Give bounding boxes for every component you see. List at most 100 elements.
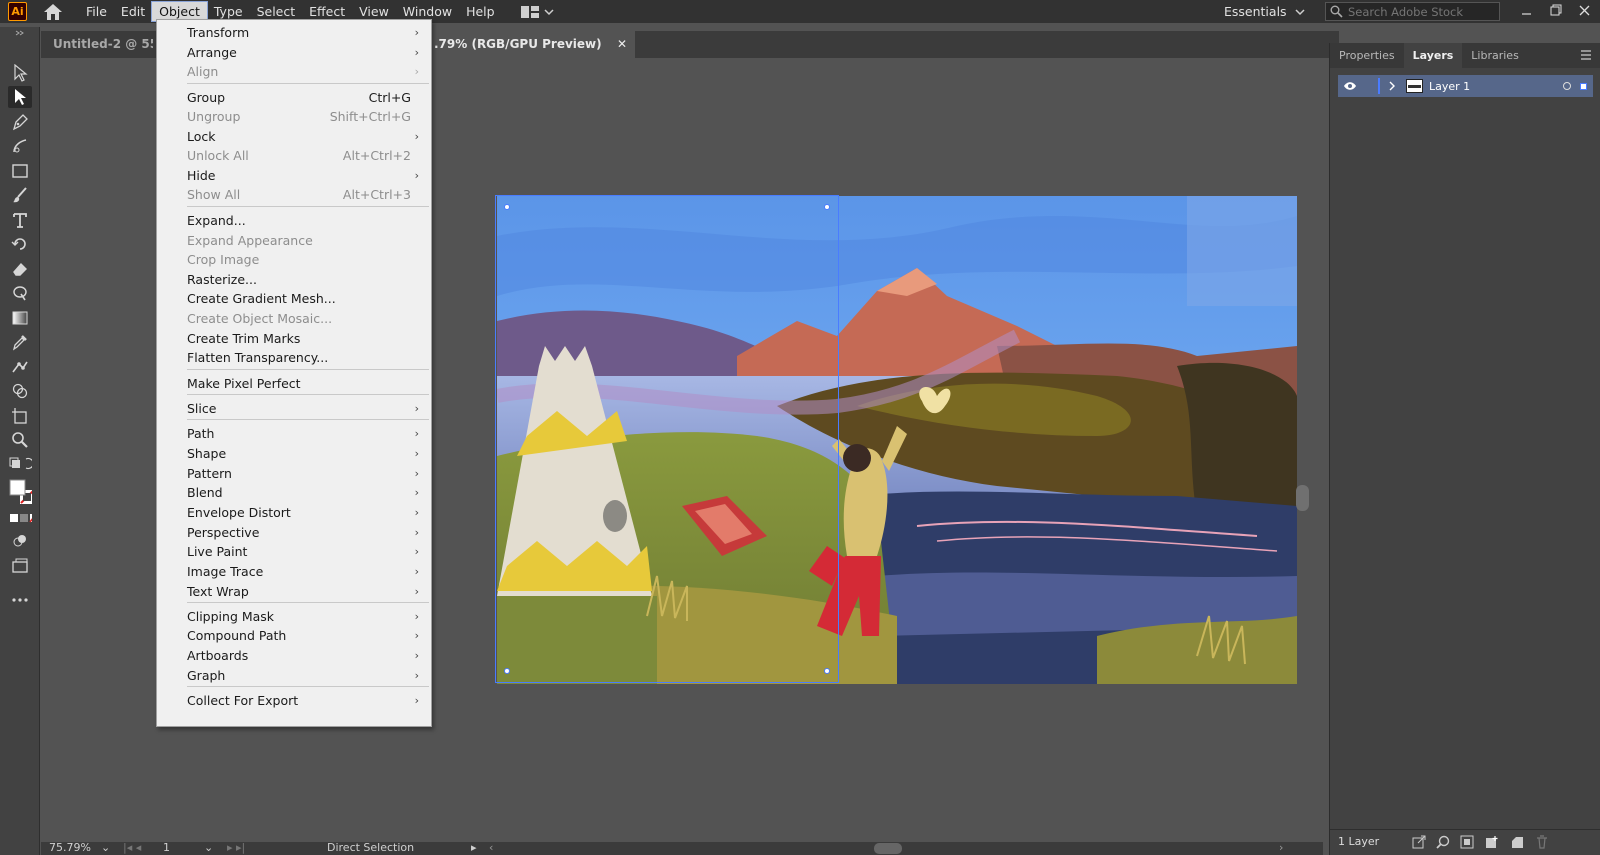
menu-item-make-pixel-perfect[interactable]: Make Pixel Perfect [157, 374, 431, 394]
first-artboard-icon[interactable]: |◂ ◂ [123, 841, 141, 854]
menu-item-compound-path[interactable]: Compound Path › [157, 626, 431, 646]
anchor-handle[interactable] [824, 668, 830, 674]
menu-separator [187, 686, 429, 687]
rotate-tool-icon[interactable] [8, 233, 32, 255]
swap-colors-icon[interactable] [8, 455, 32, 471]
home-icon[interactable] [41, 2, 65, 22]
rectangle-tool-icon[interactable] [8, 160, 32, 182]
shape-builder-tool-icon[interactable] [8, 380, 32, 402]
menu-item-label: Align [187, 64, 219, 79]
export-icon[interactable] [1412, 835, 1426, 849]
menu-item-pattern[interactable]: Pattern › [157, 464, 431, 484]
tab-active-document[interactable]: .79% (RGB/GPU Preview) ✕ [425, 31, 635, 58]
direct-selection-tool-icon[interactable] [8, 86, 32, 108]
artboard-tool-icon[interactable] [8, 405, 32, 427]
workspace-switcher[interactable]: Essentials [1224, 2, 1305, 21]
new-layer-icon[interactable] [1510, 835, 1524, 849]
menu-item-transform[interactable]: Transform › [157, 23, 431, 43]
menu-item-shape[interactable]: Shape › [157, 444, 431, 464]
menu-item-create-trim-marks[interactable]: Create Trim Marks [157, 329, 431, 349]
zoom-tool-icon[interactable] [8, 429, 32, 451]
menu-item-flatten-transparency[interactable]: Flatten Transparency... [157, 348, 431, 368]
color-mode-icons[interactable] [8, 511, 32, 525]
fill-stroke-swatches[interactable] [8, 477, 32, 507]
stock-search[interactable] [1325, 2, 1500, 21]
artboard-number[interactable]: 1 [163, 841, 170, 854]
menu-item-group[interactable]: Group Ctrl+G [157, 88, 431, 108]
vertical-scrollbar-thumb[interactable] [1296, 485, 1309, 511]
anchor-handle[interactable] [824, 204, 830, 210]
collapse-icon[interactable] [8, 29, 32, 37]
chevron-down-icon[interactable]: ⌄ [101, 841, 110, 854]
selection-bounding-box[interactable] [495, 195, 839, 683]
menu-item-blend[interactable]: Blend › [157, 483, 431, 503]
eye-icon[interactable] [1338, 81, 1362, 91]
menu-item-graph[interactable]: Graph › [157, 666, 431, 686]
selection-indicator[interactable] [1580, 82, 1587, 90]
play-icon[interactable]: ▸ [471, 841, 477, 854]
menu-item-text-wrap[interactable]: Text Wrap › [157, 582, 431, 602]
layer-row[interactable]: Layer 1 [1338, 75, 1593, 97]
new-sublayer-icon[interactable] [1485, 835, 1499, 849]
scroll-left-icon[interactable]: ‹ [489, 841, 493, 854]
anchor-handle[interactable] [504, 204, 510, 210]
close-icon[interactable] [1570, 0, 1599, 20]
tab-libraries[interactable]: Libraries [1462, 43, 1528, 68]
menu-item-label: Create Trim Marks [187, 331, 301, 346]
menu-help[interactable]: Help [459, 2, 502, 21]
tab-properties[interactable]: Properties [1330, 43, 1404, 68]
menu-item-artboards[interactable]: Artboards › [157, 646, 431, 666]
tab-untitled-2[interactable]: Untitled-2 @ 55.33 [41, 31, 153, 58]
menu-item-path[interactable]: Path › [157, 424, 431, 444]
menu-item-arrange[interactable]: Arrange › [157, 43, 431, 63]
menu-item-rasterize[interactable]: Rasterize... [157, 270, 431, 290]
screen-mode-icon[interactable] [8, 555, 32, 577]
menu-item-label: Group [187, 90, 226, 105]
selection-tool-icon[interactable] [8, 62, 32, 84]
chevron-down-icon[interactable]: ⌄ [204, 841, 213, 854]
next-artboard-icon[interactable]: ▸ ▸| [227, 841, 245, 854]
puppet-warp-tool-icon[interactable] [8, 356, 32, 378]
chevron-right-icon[interactable] [1380, 81, 1404, 91]
menu-item-expand[interactable]: Expand... [157, 211, 431, 231]
eraser-tool-icon[interactable] [8, 258, 32, 280]
menu-item-envelope-distort[interactable]: Envelope Distort › [157, 503, 431, 523]
paintbrush-tool-icon[interactable] [8, 184, 32, 206]
menu-item-live-paint[interactable]: Live Paint › [157, 542, 431, 562]
zoom-level[interactable]: 75.79% [49, 841, 91, 854]
anchor-handle[interactable] [504, 668, 510, 674]
minimize-icon[interactable] [1512, 0, 1541, 20]
search-input[interactable] [1348, 4, 1496, 19]
layer-name[interactable]: Layer 1 [1429, 80, 1470, 93]
arrange-documents-button[interactable] [520, 5, 554, 19]
menu-item-hide[interactable]: Hide › [157, 166, 431, 186]
tab-layers[interactable]: Layers [1403, 43, 1463, 68]
close-icon[interactable]: ✕ [617, 31, 627, 58]
menu-item-label: Make Pixel Perfect [187, 376, 301, 391]
gradient-tool-icon[interactable] [8, 307, 32, 329]
menu-item-perspective[interactable]: Perspective › [157, 523, 431, 543]
draw-mode-icon[interactable] [8, 530, 32, 552]
menu-item-slice[interactable]: Slice › [157, 399, 431, 419]
pen-tool-icon[interactable] [8, 111, 32, 133]
type-tool-icon[interactable] [8, 209, 32, 231]
menu-item-image-trace[interactable]: Image Trace › [157, 562, 431, 582]
restore-icon[interactable] [1541, 0, 1570, 20]
scroll-right-icon[interactable]: › [1279, 841, 1283, 854]
locate-object-icon[interactable] [1436, 835, 1450, 849]
width-tool-icon[interactable] [8, 282, 32, 304]
target-icon[interactable] [1563, 82, 1571, 90]
menu-file[interactable]: File [79, 2, 114, 21]
trash-icon[interactable] [1535, 835, 1549, 849]
menu-item-lock[interactable]: Lock › [157, 127, 431, 147]
curvature-tool-icon[interactable] [8, 135, 32, 157]
menu-item-create-gradient-mesh[interactable]: Create Gradient Mesh... [157, 289, 431, 309]
menu-item-collect-for-export[interactable]: Collect For Export › [157, 691, 431, 711]
panel-menu-icon[interactable] [1580, 49, 1592, 64]
horizontal-scrollbar-thumb[interactable] [874, 843, 902, 854]
menu-edit[interactable]: Edit [114, 2, 152, 21]
menu-item-clipping-mask[interactable]: Clipping Mask › [157, 607, 431, 627]
more-tools-icon[interactable] [8, 589, 32, 611]
clipping-mask-icon[interactable] [1460, 835, 1474, 849]
eyedropper-tool-icon[interactable] [8, 331, 32, 353]
